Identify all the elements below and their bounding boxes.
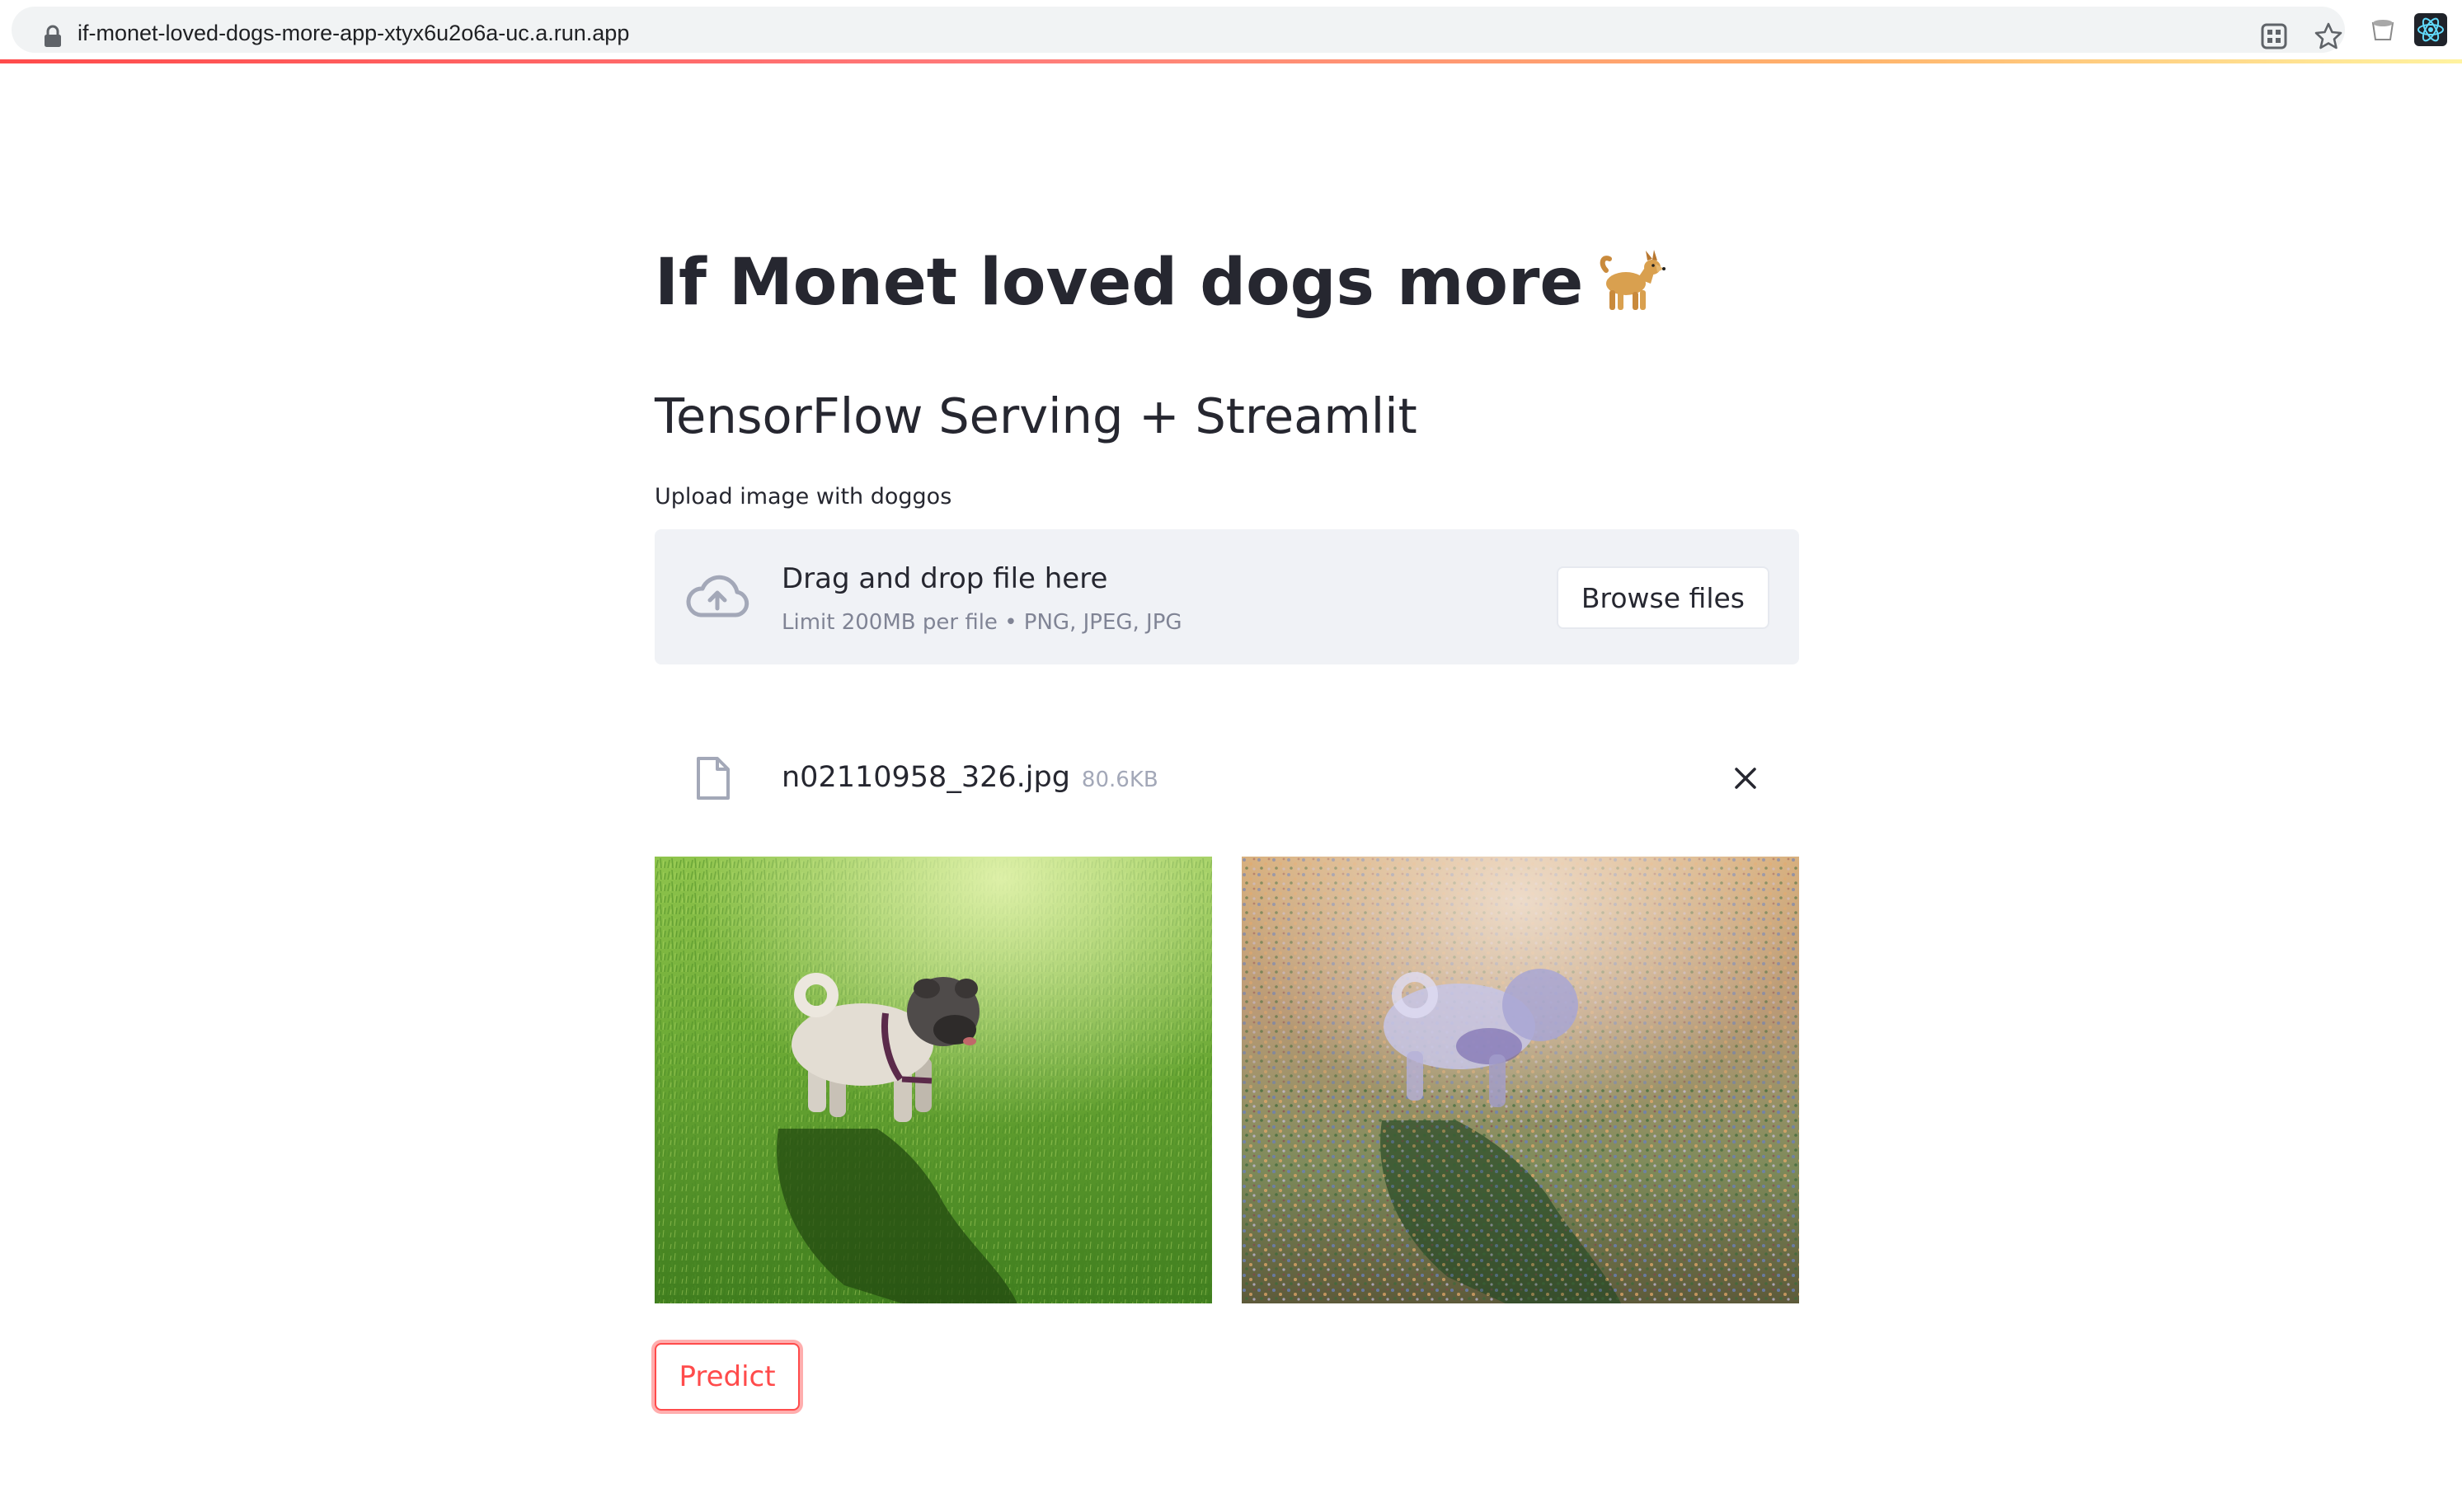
react-devtools-icon[interactable] — [2414, 13, 2447, 46]
page-title-text: If Monet loved dogs more — [655, 246, 1584, 320]
browse-files-button[interactable]: Browse files — [1556, 566, 1769, 629]
page-subtitle: TensorFlow Serving + Streamlit — [655, 387, 1417, 444]
address-bar[interactable]: if-monet-loved-dogs-more-app-xtyx6u2o6a-… — [12, 7, 2345, 53]
close-icon[interactable] — [1733, 766, 1758, 791]
predict-button[interactable]: Predict — [655, 1343, 800, 1411]
uploaded-file-info: n02110958_326.jpg 80.6KB — [782, 759, 1158, 798]
dropzone-limit-text: Limit 200MB per file • PNG, JPEG, JPG — [782, 610, 1182, 635]
extension-icon[interactable] — [2366, 13, 2399, 46]
lock-icon[interactable] — [43, 25, 63, 48]
star-icon[interactable] — [2314, 21, 2343, 51]
qr-code-icon[interactable] — [2259, 21, 2289, 51]
file-dropzone[interactable]: Drag and drop file here Limit 200MB per … — [655, 529, 1799, 664]
browser-toolbar: if-monet-loved-dogs-more-app-xtyx6u2o6a-… — [0, 0, 2462, 59]
monet-style-pug — [1242, 857, 1799, 1303]
pug-photo — [655, 857, 1212, 1303]
input-dog-image — [655, 857, 1212, 1303]
dropzone-instructions: Drag and drop file here — [782, 562, 1108, 595]
uploaded-file-size: 80.6KB — [1081, 768, 1158, 792]
cloud-upload-icon — [686, 575, 749, 617]
output-monet-image — [1242, 857, 1799, 1303]
page-title: If Monet loved dogs more — [655, 242, 1666, 324]
uploader-label: Upload image with doggos — [655, 484, 952, 509]
dog-icon — [1600, 249, 1666, 310]
url-text[interactable]: if-monet-loved-dogs-more-app-xtyx6u2o6a-… — [78, 21, 629, 46]
file-icon — [697, 757, 730, 800]
page-top-decoration — [0, 59, 2462, 63]
uploaded-file-row: n02110958_326.jpg 80.6KB — [655, 738, 1799, 814]
uploaded-file-name: n02110958_326.jpg — [782, 761, 1070, 794]
